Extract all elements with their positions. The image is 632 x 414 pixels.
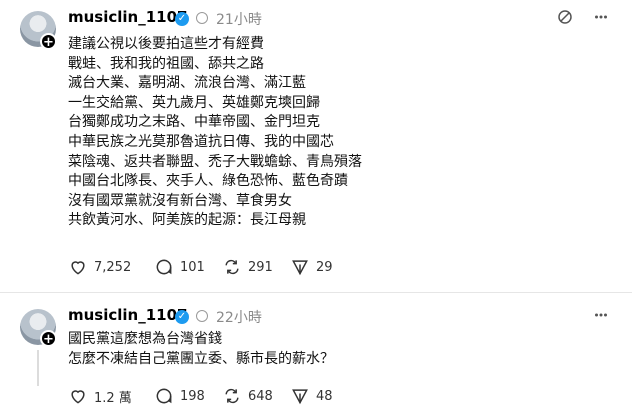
post-line: 中華民族之光莫那魯道抗日傳、我的中國芯 — [68, 133, 334, 150]
follow-plus-icon[interactable]: + — [40, 330, 57, 347]
share-icon — [292, 389, 308, 405]
post-line: 台獨鄭成功之末路、中華帝國、金門坦克 — [68, 114, 320, 131]
like-count: 1.2 萬 — [94, 390, 132, 406]
thread-post: + musiclin_1107 ✓ 21小時 建議公視以後要拍這些才有經費 戰蛙… — [0, 0, 632, 293]
like-count: 7,252 — [94, 259, 132, 275]
share-button[interactable]: 29 — [290, 257, 333, 277]
post-line: 中國台北隊長、夾手人、綠色恐怖、藍色奇蹟 — [68, 173, 348, 190]
repost-button[interactable]: 291 — [222, 257, 273, 277]
post-line: 怎麼不凍結自己黨團立委、縣市長的薪水？ — [68, 350, 334, 367]
comment-button[interactable]: 198 — [154, 386, 205, 406]
heart-icon — [71, 390, 85, 404]
comment-count: 198 — [180, 388, 205, 404]
username[interactable]: musiclin_1107 — [68, 306, 187, 324]
activity-icon — [196, 12, 208, 24]
verified-badge-icon: ✓ — [175, 310, 189, 324]
verified-badge-icon: ✓ — [175, 12, 189, 26]
share-icon — [292, 260, 308, 276]
timestamp: 21小時 — [216, 12, 262, 28]
post-line: 共飲黃河水、阿美族的起源：長江母親 — [68, 212, 306, 229]
repost-count: 291 — [248, 259, 273, 275]
post-actions: 7,252 101 291 29 — [68, 257, 368, 277]
timestamp: 22小時 — [216, 310, 262, 326]
repost-button[interactable]: 648 — [222, 386, 273, 406]
like-button[interactable]: 7,252 — [68, 257, 131, 277]
follow-plus-icon[interactable]: + — [40, 33, 57, 50]
post-actions: 1.2 萬 198 648 48 — [68, 386, 368, 406]
post-content: 建議公視以後要拍這些才有經費 戰蛙、我和我的祖國、舔共之路 滅台大業、嘉明湖、流… — [68, 35, 362, 231]
post-line: 沒有國眾黨就沒有新台灣、草食男女 — [68, 192, 292, 209]
more-icon[interactable] — [592, 8, 610, 26]
repost-icon — [225, 259, 239, 275]
comment-button[interactable]: 101 — [154, 257, 205, 277]
username[interactable]: musiclin_1107 — [68, 8, 187, 26]
post-line: 戰蛙、我和我的祖國、舔共之路 — [68, 55, 264, 72]
post-line: 一生交給黨、英九歲月、英雄鄭克塽回歸 — [68, 94, 320, 111]
thread-post: + musiclin_1107 ✓ 22小時 國民黨這麼想為台灣省錢 怎麼不凍結… — [0, 293, 632, 414]
more-icon[interactable] — [592, 306, 610, 324]
comment-icon — [156, 388, 172, 404]
post-line: 滅台大業、嘉明湖、流浪台灣、滿江藍 — [68, 75, 306, 92]
activity-icon[interactable] — [556, 8, 574, 26]
activity-icon — [196, 310, 208, 322]
post-line: 建議公視以後要拍這些才有經費 — [68, 36, 264, 52]
repost-icon — [225, 388, 239, 404]
post-line: 菜陰魂、返共者聯盟、禿子大戰蟾蜍、青鳥殞落 — [68, 153, 362, 170]
heart-icon — [71, 261, 85, 275]
share-count: 29 — [316, 259, 333, 275]
comment-count: 101 — [180, 259, 205, 275]
comment-icon — [156, 259, 172, 275]
share-button[interactable]: 48 — [290, 386, 333, 406]
repost-count: 648 — [248, 388, 273, 404]
post-line: 國民黨這麼想為台灣省錢 — [68, 331, 222, 347]
share-count: 48 — [316, 388, 333, 404]
like-button[interactable]: 1.2 萬 — [68, 386, 132, 406]
post-content: 國民黨這麼想為台灣省錢 怎麼不凍結自己黨團立委、縣市長的薪水？ — [68, 330, 334, 369]
thread-line — [37, 350, 39, 386]
